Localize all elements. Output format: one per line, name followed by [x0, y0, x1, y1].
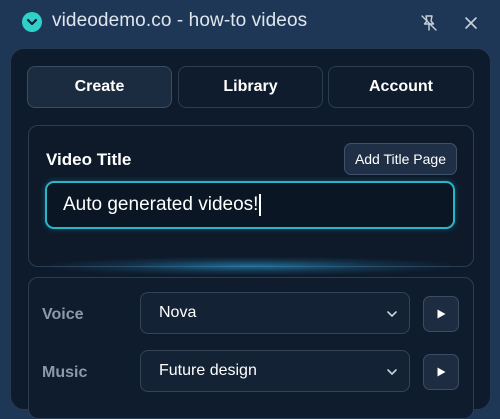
audio-settings-card: Voice Nova Music Future design [28, 277, 474, 419]
chevron-down-icon [26, 18, 38, 26]
music-select[interactable]: Future design [140, 350, 410, 392]
title-bar: videodemo.co - how-to videos [0, 0, 500, 46]
unpin-button[interactable] [417, 11, 441, 35]
tab-library[interactable]: Library [178, 66, 323, 108]
music-selected-value: Future design [159, 362, 257, 379]
text-caret [259, 194, 261, 216]
play-icon [437, 367, 446, 377]
music-play-button[interactable] [423, 354, 459, 390]
accent-glow [51, 257, 451, 275]
music-label: Music [42, 364, 88, 381]
voice-select[interactable]: Nova [140, 292, 410, 334]
voice-label: Voice [42, 306, 84, 323]
tab-account[interactable]: Account [328, 66, 474, 108]
add-title-page-button[interactable]: Add Title Page [343, 143, 457, 175]
voice-play-button[interactable] [423, 296, 459, 332]
chevron-down-icon [387, 369, 397, 375]
video-title-input[interactable]: Auto generated videos! [45, 181, 455, 229]
tab-create[interactable]: Create [27, 66, 172, 108]
app-icon [22, 12, 42, 32]
video-title-value: Auto generated videos! [63, 194, 259, 215]
play-icon [437, 309, 446, 319]
video-title-card: Video Title Add Title Page Auto generate… [28, 125, 474, 267]
unpin-icon [421, 15, 437, 31]
video-title-label: Video Title [46, 150, 132, 169]
window-title: videodemo.co - how-to videos [52, 10, 308, 31]
close-icon [465, 17, 477, 29]
voice-selected-value: Nova [159, 304, 197, 321]
close-button[interactable] [459, 11, 483, 35]
main-panel: Create Library Account Video Title Add T… [10, 48, 491, 419]
chevron-down-icon [387, 311, 397, 317]
